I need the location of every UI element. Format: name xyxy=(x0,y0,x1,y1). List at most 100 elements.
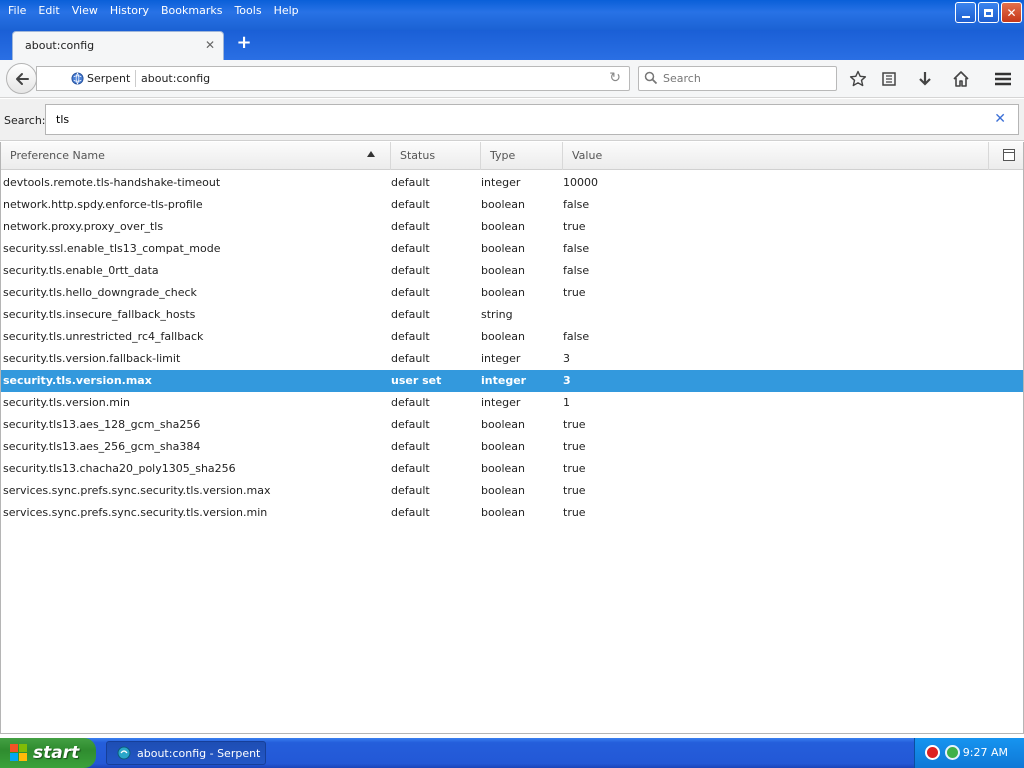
config-search-label: Search: xyxy=(4,114,46,127)
table-row[interactable]: security.tls.insecure_fallback_hosts defa… xyxy=(1,304,1023,326)
menu-edit[interactable]: Edit xyxy=(32,2,65,20)
identity-box[interactable]: Serpent xyxy=(71,72,130,85)
pref-name: security.tls.version.max xyxy=(3,374,152,387)
table-row[interactable]: security.tls.hello_downgrade_check defaul… xyxy=(1,282,1023,304)
table-row[interactable]: security.tls.version.fallback-limit defau… xyxy=(1,348,1023,370)
column-header-value[interactable]: Value xyxy=(563,142,989,170)
pref-name: network.proxy.proxy_over_tls xyxy=(3,220,164,233)
pref-type: boolean xyxy=(481,462,525,475)
table-row[interactable]: security.tls.enable_0rtt_data default bool… xyxy=(1,260,1023,282)
pref-type: integer xyxy=(481,352,521,365)
column-header-type-label: Type xyxy=(490,149,516,162)
taskbar: start about:config - Serpent 9:27 AM xyxy=(0,738,1024,768)
pref-value: true xyxy=(563,462,586,475)
pref-status: default xyxy=(391,264,430,277)
menu-view[interactable]: View xyxy=(66,2,104,20)
table-row[interactable]: security.ssl.enable_tls13_compat_mode def… xyxy=(1,238,1023,260)
table-row[interactable]: security.tls13.aes_128_gcm_sha256 default… xyxy=(1,414,1023,436)
column-header-name[interactable]: Preference Name xyxy=(1,142,391,170)
window-titlebar: File Edit View History Bookmarks Tools Help ✕ xyxy=(0,0,1024,30)
pref-value: 3 xyxy=(563,374,571,387)
pref-name: security.tls.insecure_fallback_hosts xyxy=(3,308,196,321)
pref-value: true xyxy=(563,220,586,233)
start-button[interactable]: start xyxy=(0,738,96,768)
bookmarks-menu-button[interactable] xyxy=(878,68,900,90)
pref-type: boolean xyxy=(481,418,525,431)
table-row[interactable]: services.sync.prefs.sync.security.tls.ve… xyxy=(1,502,1023,524)
tab-label: about:config xyxy=(25,39,95,52)
config-search-value: tls xyxy=(56,113,70,126)
taskbar-item-browser[interactable]: about:config - Serpent xyxy=(106,741,266,765)
tab-close-icon[interactable]: ✕ xyxy=(205,38,215,52)
pref-type: string xyxy=(481,308,513,321)
downloads-button[interactable] xyxy=(914,68,936,90)
pref-value: 1 xyxy=(563,396,570,409)
column-header-status[interactable]: Status xyxy=(391,142,481,170)
pref-name: security.tls13.chacha20_poly1305_sha256 xyxy=(3,462,236,475)
pref-name: security.tls.unrestricted_rc4_fallback xyxy=(3,330,204,343)
pref-value: false xyxy=(563,198,590,211)
menu-tools[interactable]: Tools xyxy=(228,2,267,20)
restore-icon xyxy=(984,8,993,17)
clear-search-icon[interactable]: ✕ xyxy=(994,111,1006,127)
menu-file[interactable]: File xyxy=(2,2,32,20)
pref-type: boolean xyxy=(481,330,525,343)
table-row[interactable]: security.tls13.aes_256_gcm_sha384 default… xyxy=(1,436,1023,458)
table-row[interactable]: security.tls.version.max user set integer 3 xyxy=(1,370,1023,392)
pref-status: default xyxy=(391,330,430,343)
menu-history[interactable]: History xyxy=(104,2,155,20)
pref-value: 3 xyxy=(563,352,570,365)
app-menu-button[interactable] xyxy=(992,68,1014,90)
pref-type: boolean xyxy=(481,242,525,255)
new-tab-button[interactable]: + xyxy=(234,34,254,54)
home-button[interactable] xyxy=(950,68,972,90)
table-row[interactable]: security.tls.unrestricted_rc4_fallback de… xyxy=(1,326,1023,348)
table-row[interactable]: security.tls13.chacha20_poly1305_sha256 d… xyxy=(1,458,1023,480)
table-row[interactable]: security.tls.version.min default integer 1 xyxy=(1,392,1023,414)
network-icon[interactable] xyxy=(945,745,960,760)
url-bar[interactable]: Serpent about:config ↻ xyxy=(36,66,630,91)
pref-status: default xyxy=(391,484,430,497)
bookmarks-list-icon xyxy=(882,72,896,86)
tab-about-config[interactable]: about:config ✕ xyxy=(12,31,224,61)
sort-ascending-icon xyxy=(367,151,375,157)
pref-status: default xyxy=(391,462,430,475)
pref-name: security.tls.hello_downgrade_check xyxy=(3,286,197,299)
table-row[interactable]: devtools.remote.tls-handshake-timeout def… xyxy=(1,172,1023,194)
table-row[interactable]: network.http.spdy.enforce-tls-profile def… xyxy=(1,194,1023,216)
menu-help[interactable]: Help xyxy=(268,2,305,20)
pref-type: boolean xyxy=(481,506,525,519)
pref-type: boolean xyxy=(481,220,525,233)
pref-name: security.tls.version.min xyxy=(3,396,130,409)
column-header-name-label: Preference Name xyxy=(10,149,105,162)
pref-value: true xyxy=(563,506,586,519)
menu-bookmarks[interactable]: Bookmarks xyxy=(155,2,228,20)
minimize-button[interactable] xyxy=(955,2,976,23)
close-window-button[interactable]: ✕ xyxy=(1001,2,1022,23)
home-icon xyxy=(953,71,969,87)
table-body: devtools.remote.tls-handshake-timeout def… xyxy=(1,172,1023,524)
table-row[interactable]: network.proxy.proxy_over_tls default boole… xyxy=(1,216,1023,238)
pref-status: default xyxy=(391,440,430,453)
table-row[interactable]: services.sync.prefs.sync.security.tls.ve… xyxy=(1,480,1023,502)
search-placeholder: Search xyxy=(663,72,701,85)
back-button[interactable] xyxy=(6,63,37,94)
restore-button[interactable] xyxy=(978,2,999,23)
table-header: Preference Name Status Type Value xyxy=(1,142,1023,170)
reload-icon[interactable]: ↻ xyxy=(609,70,621,86)
bookmark-star-button[interactable] xyxy=(847,68,869,90)
column-header-value-label: Value xyxy=(572,149,603,162)
security-shield-icon[interactable] xyxy=(925,745,940,760)
pref-value: true xyxy=(563,286,586,299)
serpent-app-icon xyxy=(117,746,131,760)
close-icon: ✕ xyxy=(1006,5,1017,20)
config-search-input[interactable]: tls ✕ xyxy=(45,104,1019,135)
pref-status: default xyxy=(391,176,430,189)
window-controls: ✕ xyxy=(955,2,1022,23)
search-bar[interactable]: Search xyxy=(638,66,837,91)
column-header-type[interactable]: Type xyxy=(481,142,563,170)
navigation-toolbar: Serpent about:config ↻ Search xyxy=(0,60,1024,98)
globe-icon xyxy=(71,72,84,85)
column-picker-icon[interactable] xyxy=(1003,149,1015,161)
pref-value: false xyxy=(563,242,590,255)
